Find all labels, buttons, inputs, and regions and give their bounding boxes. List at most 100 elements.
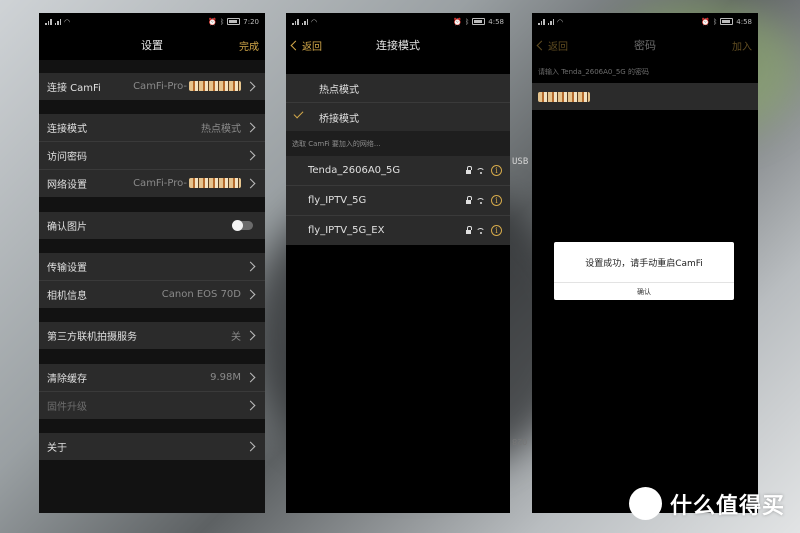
access-password-row[interactable]: 访问密码 (39, 142, 265, 169)
network-name: Tenda_2606A0_5G (308, 165, 401, 176)
chevron-right-icon (245, 441, 256, 452)
option-label: 桥接模式 (319, 113, 359, 125)
chevron-right-icon (245, 81, 256, 92)
network-settings-row[interactable]: 网络设置 CamFi-Pro- (39, 170, 265, 197)
chevron-right-icon (245, 372, 256, 383)
chevron-right-icon (245, 122, 256, 133)
back-label: 返回 (302, 41, 322, 53)
row-value: Canon EOS 70D (161, 289, 241, 300)
join-button[interactable]: 加入 (732, 30, 752, 60)
wifi-status-icon: ◠ (557, 17, 564, 26)
hotspot-mode-option[interactable]: 热点模式 (286, 74, 510, 102)
confirm-button[interactable]: 确认 (554, 283, 734, 301)
row-label: 关于 (47, 443, 67, 454)
redacted-password-mosaic (538, 91, 590, 102)
settings-screen: ◠ ⏰ ᛒ 7:20 设置 完成 连接 CamFi CamFi-Pro- 连接模… (39, 13, 265, 513)
status-bar: ◠ ⏰ ᛒ 4:58 (286, 13, 510, 30)
network-name: fly_IPTV_5G_EX (308, 225, 385, 236)
signal-icon (292, 18, 299, 25)
signal-icon (54, 18, 61, 25)
bluetooth-icon: ᛒ (220, 17, 225, 26)
info-icon[interactable]: i (491, 225, 502, 236)
row-label: 传输设置 (47, 263, 87, 274)
info-icon[interactable]: i (491, 165, 502, 176)
wifi-status-icon: ◠ (311, 17, 318, 26)
password-input[interactable] (532, 83, 758, 110)
dialog-message: 设置成功，请手动重启CamFi (554, 242, 734, 283)
network-item[interactable]: Tenda_2606A0_5G i (286, 156, 510, 185)
row-label: 第三方联机拍摄服务 (47, 332, 137, 343)
chevron-right-icon (245, 150, 256, 161)
signal-icon (547, 18, 554, 25)
page-title: 密码 (634, 39, 656, 52)
row-label: 清除缓存 (47, 374, 87, 385)
row-value: 热点模式 (201, 124, 241, 135)
row-label: 相机信息 (47, 291, 87, 302)
bluetooth-icon: ᛒ (465, 17, 470, 26)
row-value: 关 (231, 332, 241, 343)
wifi-status-icon: ◠ (64, 17, 71, 26)
firmware-upgrade-row[interactable]: 固件升级 (39, 392, 265, 419)
connection-mode-screen: ◠ ⏰ ᛒ 4:58 返回 连接模式 热点模式 桥接模式 选取 CamFi 要加… (286, 13, 510, 513)
signal-icon (45, 18, 52, 25)
wifi-icon (476, 227, 485, 234)
info-icon[interactable]: i (491, 195, 502, 206)
bridge-mode-option[interactable]: 桥接模式 (286, 103, 510, 131)
bluetooth-icon: ᛒ (713, 17, 718, 26)
confirm-photo-row: 确认图片 (39, 212, 265, 239)
background-usb-label: USB (512, 157, 529, 167)
row-label: 网络设置 (47, 180, 87, 191)
redacted-name-mosaic (189, 178, 241, 188)
about-row[interactable]: 关于 (39, 433, 265, 460)
back-label: 返回 (548, 41, 568, 53)
lock-icon (466, 165, 472, 174)
chevron-right-icon (245, 400, 256, 411)
chevron-right-icon (245, 289, 256, 300)
lock-icon (466, 195, 472, 204)
alarm-icon: ⏰ (701, 17, 711, 26)
status-time: 4:58 (488, 17, 504, 26)
lock-icon (466, 225, 472, 234)
status-time: 4:58 (736, 17, 752, 26)
confirm-photo-toggle[interactable] (232, 220, 253, 231)
checkmark-icon (293, 108, 304, 119)
chevron-left-icon (536, 40, 547, 50)
battery-icon (227, 18, 241, 25)
back-button[interactable]: 返回 (290, 30, 322, 60)
wifi-icon (476, 197, 485, 204)
row-label: 固件升级 (47, 402, 87, 413)
connect-mode-row[interactable]: 连接模式 热点模式 (39, 114, 265, 141)
done-button[interactable]: 完成 (239, 30, 259, 60)
signal-icon (301, 18, 308, 25)
network-item[interactable]: fly_IPTV_5G_EX i (286, 216, 510, 245)
row-value: CamFi-Pro- (101, 81, 241, 92)
password-hint: 请输入 Tenda_2606A0_5G 的密码 (538, 68, 649, 76)
transfer-settings-row[interactable]: 传输设置 (39, 253, 265, 280)
row-value: 9.98M (210, 372, 241, 383)
row-value: CamFi-Pro- (87, 178, 241, 189)
battery-icon (472, 18, 486, 25)
status-bar: ◠ ⏰ ᛒ 4:58 (532, 13, 758, 30)
background-camera-mark: 028 (512, 437, 528, 446)
third-party-service-row[interactable]: 第三方联机拍摄服务 关 (39, 322, 265, 349)
navigation-bar: 返回 密码 加入 (532, 30, 758, 60)
connect-camfi-row[interactable]: 连接 CamFi CamFi-Pro- (39, 73, 265, 100)
chevron-left-icon (290, 40, 301, 50)
network-hint: 选取 CamFi 要加入的网络... (286, 131, 510, 156)
wifi-icon (476, 167, 485, 174)
battery-icon (720, 18, 734, 25)
row-label: 确认图片 (47, 222, 87, 233)
navigation-bar: 设置 完成 (39, 30, 265, 60)
redacted-name-mosaic (189, 81, 241, 91)
back-button[interactable]: 返回 (536, 30, 568, 60)
success-dialog: 设置成功，请手动重启CamFi 确认 (554, 242, 734, 300)
network-name: fly_IPTV_5G (308, 195, 367, 206)
network-item[interactable]: fly_IPTV_5G i (286, 186, 510, 215)
clear-cache-row[interactable]: 清除缓存 9.98M (39, 364, 265, 391)
password-screen: ◠ ⏰ ᛒ 4:58 返回 密码 加入 请输入 Tenda_2606A0_5G … (532, 13, 758, 513)
option-label: 热点模式 (319, 84, 359, 96)
page-title: 连接模式 (376, 39, 420, 52)
row-label: 访问密码 (47, 152, 87, 163)
camera-info-row[interactable]: 相机信息 Canon EOS 70D (39, 281, 265, 308)
watermark-text: 什么值得买 (670, 493, 786, 519)
